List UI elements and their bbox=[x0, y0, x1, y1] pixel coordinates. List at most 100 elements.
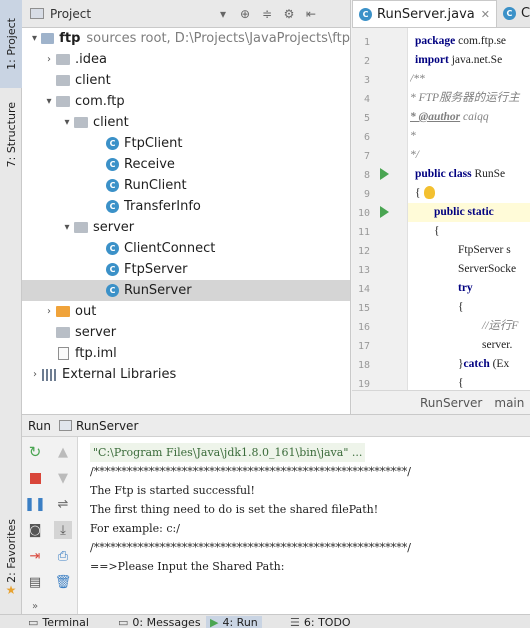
tab-run[interactable]: ▶ 4: Run bbox=[206, 616, 262, 628]
tree-item-receive[interactable]: C Receive bbox=[22, 154, 350, 175]
tool-tab-favorites[interactable]: 2: Favorites ★ bbox=[0, 510, 22, 606]
line-number: 16 bbox=[357, 322, 370, 333]
tree-item-client-folder[interactable]: client bbox=[22, 70, 350, 91]
console-prompt: ==>Please Input the Shared Path: bbox=[90, 560, 285, 573]
chevron-right-icon[interactable]: › bbox=[42, 54, 56, 65]
chevron-down-icon[interactable]: ▾ bbox=[28, 33, 41, 44]
code-line: //运行F bbox=[482, 320, 519, 332]
gear-icon[interactable]: ⚙ bbox=[280, 5, 298, 23]
run-main-icon[interactable] bbox=[380, 206, 389, 218]
tool-tab-structure-label: 7: Structure bbox=[4, 102, 18, 168]
tree-item-transferinfo[interactable]: C TransferInfo bbox=[22, 196, 350, 217]
print-icon[interactable]: ⎙ bbox=[54, 547, 72, 565]
pause-icon[interactable]: ❚❚ bbox=[24, 495, 46, 513]
breadcrumb-class[interactable]: RunServer bbox=[420, 396, 482, 410]
tab-terminal[interactable]: ▭ Terminal bbox=[28, 616, 89, 628]
tree-item-label: ftp bbox=[59, 31, 81, 46]
rerun-icon[interactable]: ↻ bbox=[26, 443, 44, 461]
project-tool-window: Project ▾ ⊕ ≑ ⚙ ⇤ ▾ ftp sources root, D:… bbox=[22, 0, 351, 414]
console-line: /***************************************… bbox=[90, 465, 411, 478]
tree-item-runserver[interactable]: C RunServer bbox=[22, 280, 350, 301]
tree-item-ftp-iml[interactable]: ftp.iml bbox=[22, 343, 350, 364]
code-line: package com.ftp.se bbox=[415, 35, 507, 47]
line-number: 19 bbox=[357, 379, 370, 390]
scroll-to-end-icon[interactable]: ⤓ bbox=[54, 521, 72, 539]
tab-todo[interactable]: ☰ 6: TODO bbox=[290, 616, 351, 628]
tree-item-runclient[interactable]: C RunClient bbox=[22, 175, 350, 196]
tree-item-ftp-module[interactable]: ▾ ftp sources root, D:\Projects\JavaProj… bbox=[22, 28, 350, 49]
collapse-all-icon[interactable]: ≑ bbox=[258, 5, 276, 23]
breadcrumb-method[interactable]: main bbox=[494, 396, 524, 410]
line-number: 4 bbox=[363, 94, 370, 105]
tool-tab-project[interactable]: 1: Project bbox=[0, 0, 22, 88]
code-line: try bbox=[458, 282, 473, 294]
scroll-from-source-icon[interactable]: ⊕ bbox=[236, 5, 254, 23]
line-number: 14 bbox=[357, 284, 370, 295]
close-icon[interactable]: ✕ bbox=[481, 8, 490, 21]
line-number: 18 bbox=[357, 360, 370, 371]
iml-file-icon bbox=[58, 347, 69, 360]
line-number: 9 bbox=[363, 189, 370, 200]
code-line: { bbox=[458, 377, 464, 389]
tree-item-clientconnect[interactable]: C ClientConnect bbox=[22, 238, 350, 259]
tree-item-idea[interactable]: › .idea bbox=[22, 49, 350, 70]
code-line: /** bbox=[410, 73, 425, 85]
bottom-tool-stripe: ▭ Terminal ▭ 0: Messages ▶ 4: Run ☰ 6: T… bbox=[0, 614, 530, 628]
folder-icon bbox=[56, 327, 70, 338]
console-line: /***************************************… bbox=[90, 541, 411, 554]
tree-item-com-ftp[interactable]: ▾ com.ftp bbox=[22, 91, 350, 112]
chevron-down-icon[interactable]: ▾ bbox=[60, 222, 74, 233]
chevron-down-icon[interactable]: ▾ bbox=[60, 117, 74, 128]
console-output[interactable]: "C:\Program Files\Java\jdk1.8.0_161\bin\… bbox=[80, 437, 530, 615]
package-icon bbox=[74, 222, 88, 233]
stop-icon[interactable] bbox=[26, 469, 44, 487]
code-area[interactable]: package com.ftp.se import java.net.Se /*… bbox=[410, 28, 530, 390]
tree-item-ftpclient[interactable]: C FtpClient bbox=[22, 133, 350, 154]
trash-icon[interactable]: 🗑 bbox=[54, 573, 72, 591]
tree-item-out[interactable]: › out bbox=[22, 301, 350, 322]
arrow-up-icon[interactable]: ▲ bbox=[54, 443, 72, 461]
camera-icon[interactable]: ◙ bbox=[26, 521, 44, 539]
run-icon: ▶ bbox=[210, 616, 219, 628]
tree-item-server-package[interactable]: ▾ server bbox=[22, 217, 350, 238]
tool-tab-structure[interactable]: 7: Structure bbox=[0, 92, 22, 178]
tree-item-label: FtpClient bbox=[124, 136, 183, 151]
line-number: 7 bbox=[363, 151, 370, 162]
run-class-icon[interactable] bbox=[380, 168, 389, 180]
tree-item-external-libraries[interactable]: › External Libraries bbox=[22, 364, 350, 385]
layout-icon[interactable]: ▤ bbox=[26, 573, 44, 591]
tab-messages[interactable]: ▭ 0: Messages bbox=[118, 616, 201, 628]
tree-item-label: TransferInfo bbox=[124, 199, 201, 214]
java-class-icon: C bbox=[106, 263, 119, 276]
package-icon bbox=[56, 96, 70, 107]
tab-client[interactable]: C Cli bbox=[497, 0, 530, 27]
hide-icon[interactable]: ⇤ bbox=[302, 5, 320, 23]
arrow-down-icon[interactable]: ▼ bbox=[54, 469, 72, 487]
java-class-icon: C bbox=[502, 7, 516, 20]
tree-item-client-package[interactable]: ▾ client bbox=[22, 112, 350, 133]
line-number: 6 bbox=[363, 132, 370, 143]
code-editor: C RunServer.java ✕ C Cli 1 2 3 4 5 6 7 8… bbox=[352, 0, 530, 414]
run-config-tab[interactable]: RunServer bbox=[76, 419, 138, 433]
console-command-line[interactable]: "C:\Program Files\Java\jdk1.8.0_161\bin\… bbox=[90, 443, 366, 462]
line-number: 2 bbox=[363, 56, 370, 67]
line-number: 13 bbox=[357, 265, 370, 276]
chevron-right-icon[interactable]: › bbox=[42, 306, 56, 317]
tree-item-ftpserver[interactable]: C FtpServer bbox=[22, 259, 350, 280]
tab-runserver-java[interactable]: C RunServer.java ✕ bbox=[352, 0, 497, 27]
chevron-down-icon[interactable]: ▾ bbox=[42, 96, 56, 107]
exit-icon[interactable]: ⇥ bbox=[26, 547, 44, 565]
code-line: * FTP服务器的运行主 bbox=[410, 92, 520, 104]
tree-item-label: RunServer bbox=[124, 283, 192, 298]
chevron-right-icon[interactable]: › bbox=[28, 369, 42, 380]
project-view-selector[interactable]: Project bbox=[50, 7, 210, 21]
more-icon[interactable]: » bbox=[26, 597, 44, 615]
tree-item-label: ClientConnect bbox=[124, 241, 216, 256]
soft-wrap-icon[interactable]: ⇌ bbox=[54, 495, 72, 513]
chevron-down-icon[interactable]: ▾ bbox=[214, 5, 232, 23]
module-folder-icon bbox=[41, 33, 55, 44]
editor-tabs: C RunServer.java ✕ C Cli bbox=[352, 0, 530, 28]
tree-item-server-folder[interactable]: server bbox=[22, 322, 350, 343]
tree-item-label: server bbox=[93, 220, 135, 235]
package-icon bbox=[74, 117, 88, 128]
